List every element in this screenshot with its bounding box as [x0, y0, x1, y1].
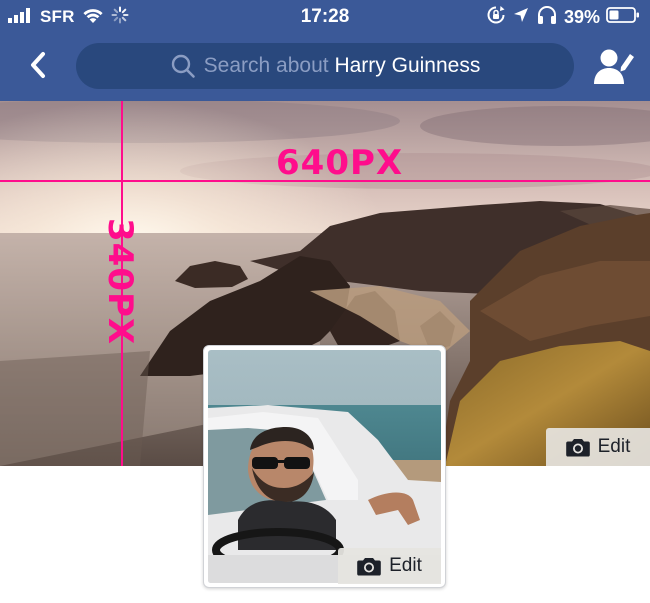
search-profile-name: Harry Guinness [334, 54, 481, 77]
orientation-lock-icon [486, 5, 506, 30]
location-arrow-icon [512, 6, 530, 29]
back-button[interactable] [20, 47, 56, 83]
camera-icon [565, 439, 590, 457]
status-bar: SFR 17:28 39% [0, 0, 650, 34]
search-input[interactable]: Search about Harry Guinness [76, 43, 574, 89]
edit-profile-picture-button[interactable]: Edit [338, 548, 441, 584]
battery-icon [606, 6, 640, 29]
cover-height-label: 340PX [100, 218, 140, 346]
headphones-icon [536, 5, 558, 30]
search-icon [171, 54, 195, 78]
chevron-left-icon [31, 52, 45, 78]
search-placeholder: Search about Harry Guinness [204, 54, 481, 78]
battery-percent: 39% [563, 6, 600, 27]
nav-bar: Search about Harry Guinness [0, 34, 650, 101]
edit-cover-button[interactable]: Edit [546, 428, 650, 466]
app-header: SFR 17:28 39% Search about Harry Guinnes… [0, 0, 650, 101]
status-right-group: 39% [486, 5, 640, 29]
edit-profile-button[interactable] [592, 44, 636, 88]
edit-cover-label: Edit [597, 436, 631, 457]
search-prefix-text: Search about [203, 54, 329, 77]
camera-icon [357, 558, 381, 576]
cover-width-label: 640PX [276, 143, 404, 183]
edit-profile-picture-label: Edit [389, 555, 422, 576]
edit-profile-icon [594, 49, 634, 84]
